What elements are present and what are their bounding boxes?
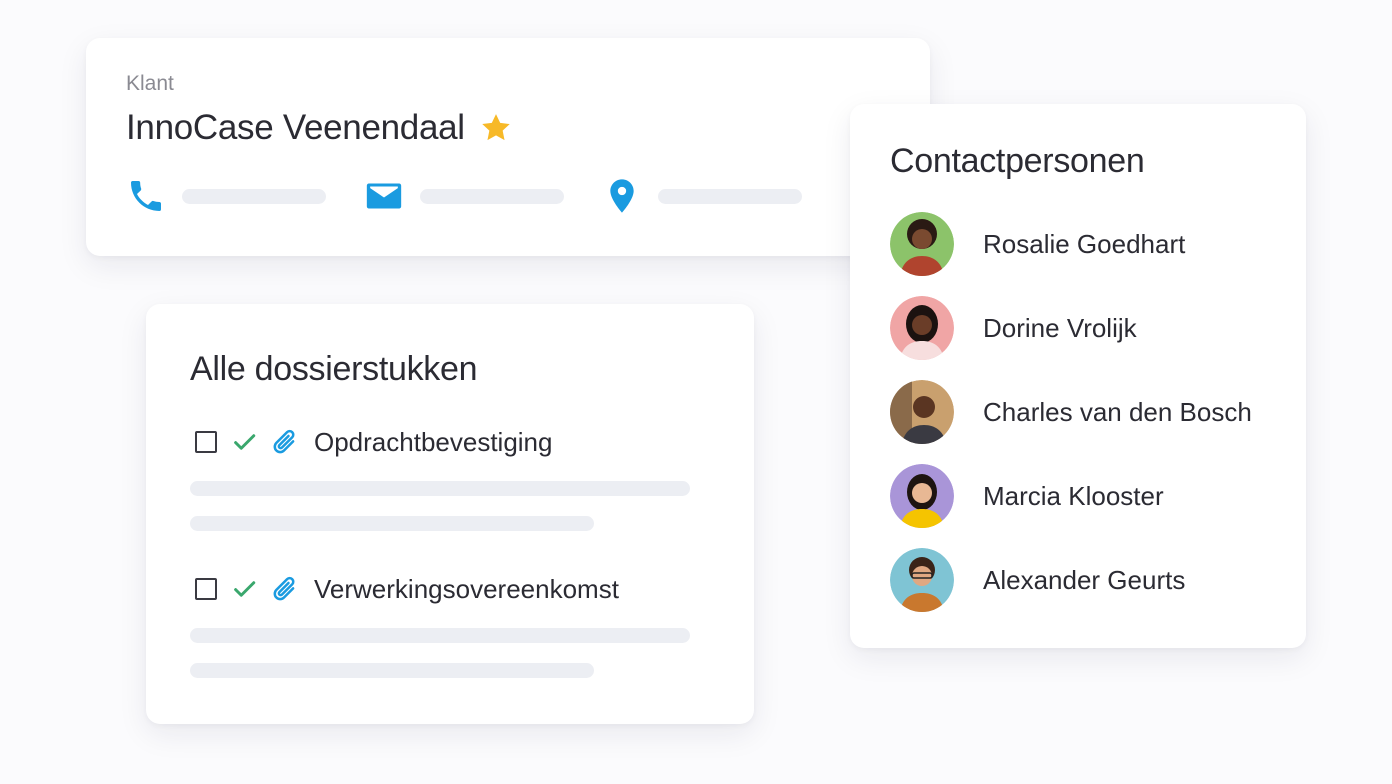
document-checkbox[interactable]: [195, 578, 217, 600]
text-placeholder: [190, 481, 690, 496]
client-card: Klant InnoCase Veenendaal: [86, 38, 930, 256]
text-placeholder: [190, 663, 594, 678]
address-placeholder: [658, 188, 802, 204]
star-icon[interactable]: [479, 111, 513, 145]
client-title-row: InnoCase Veenendaal: [126, 108, 513, 148]
mail-icon: [366, 183, 402, 209]
address-item[interactable]: [602, 176, 802, 216]
contact-person[interactable]: Charles van den Bosch: [890, 380, 1252, 444]
document-link[interactable]: Opdrachtbevestiging: [314, 427, 552, 458]
check-icon: [234, 581, 256, 597]
text-placeholder: [190, 628, 690, 643]
avatar: [890, 380, 954, 444]
contact-name: Dorine Vrolijk: [983, 312, 1137, 343]
phone-icon: [131, 181, 161, 211]
location-pin-icon: [610, 179, 634, 213]
documents-card: Alle dossierstukken Opdrachtbevestiging …: [146, 304, 754, 724]
contacts-card: Contactpersonen Rosalie Goedhart Dorine …: [850, 104, 1306, 648]
paperclip-icon[interactable]: [270, 427, 300, 457]
email-placeholder: [420, 188, 564, 204]
contact-info-row: [126, 176, 840, 216]
avatar: [890, 212, 954, 276]
document-item: Opdrachtbevestiging: [190, 422, 710, 531]
document-item: Verwerkingsovereenkomst: [190, 569, 710, 678]
contact-name: Rosalie Goedhart: [983, 228, 1186, 259]
email-item[interactable]: [364, 176, 564, 216]
contact-person[interactable]: Rosalie Goedhart: [890, 212, 1185, 276]
contact-person[interactable]: Marcia Klooster: [890, 464, 1164, 528]
paperclip-icon[interactable]: [270, 574, 300, 604]
contact-person[interactable]: Alexander Geurts: [890, 548, 1185, 612]
check-icon: [234, 434, 256, 450]
client-kicker: Klant: [126, 72, 174, 95]
contact-name: Marcia Klooster: [983, 480, 1164, 511]
client-name: InnoCase Veenendaal: [126, 108, 465, 147]
avatar: [890, 464, 954, 528]
phone-item[interactable]: [126, 176, 326, 216]
document-checkbox[interactable]: [195, 431, 217, 453]
contacts-title: Contactpersonen: [890, 142, 1145, 180]
avatar: [890, 296, 954, 360]
contact-name: Charles van den Bosch: [983, 396, 1252, 427]
document-link[interactable]: Verwerkingsovereenkomst: [314, 574, 619, 605]
avatar: [890, 548, 954, 612]
phone-placeholder: [182, 188, 326, 204]
contact-name: Alexander Geurts: [983, 564, 1186, 595]
documents-title: Alle dossierstukken: [190, 350, 478, 388]
contact-person[interactable]: Dorine Vrolijk: [890, 296, 1137, 360]
text-placeholder: [190, 516, 594, 531]
